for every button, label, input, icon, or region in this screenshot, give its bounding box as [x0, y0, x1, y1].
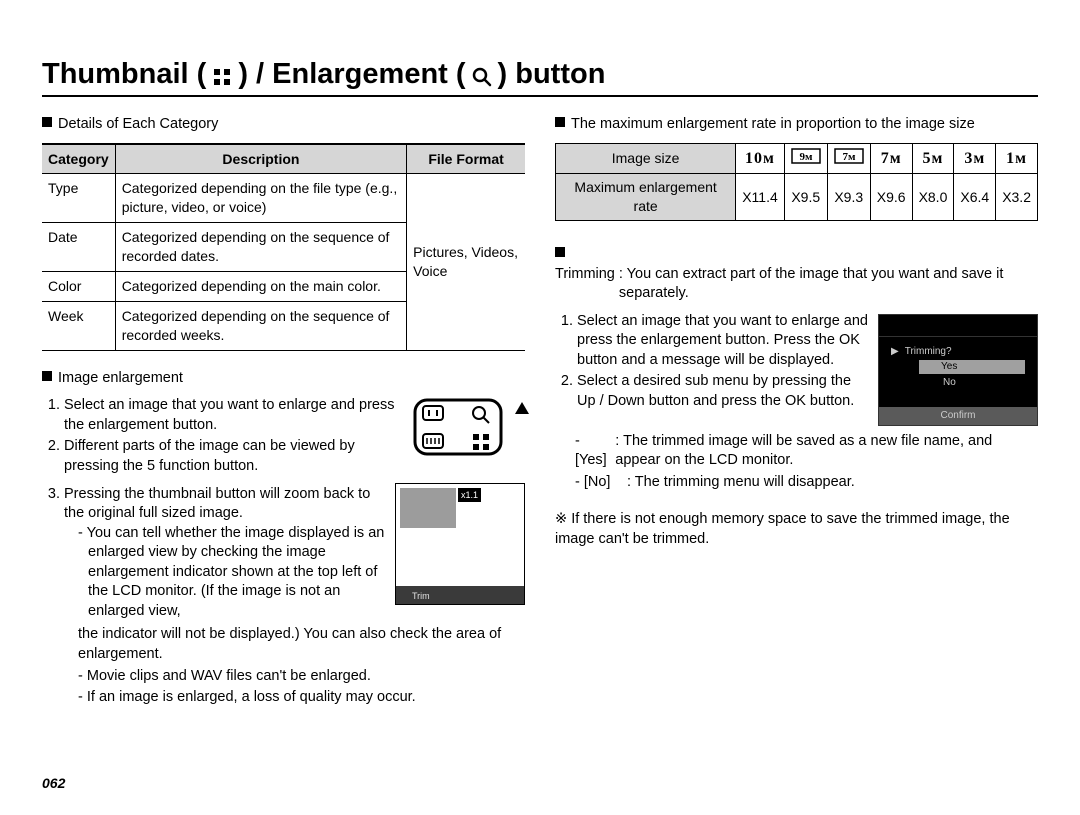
max-rate-heading-text: The maximum enlargement rate in proporti…: [571, 116, 975, 132]
th-category: Category: [42, 144, 115, 174]
up-arrow-icon: [513, 400, 531, 418]
no-text: : The trimming menu will disappear.: [627, 473, 855, 493]
trimming-heading: Trimming : You can extract part of the i…: [555, 245, 1038, 304]
no-option: - [No] : The trimming menu will disappea…: [555, 473, 1038, 493]
cell-cat: Week: [42, 301, 115, 350]
cell-rate: X3.2: [996, 174, 1038, 221]
sub-note: - If an image is enlarged, a loss of qua…: [78, 688, 525, 708]
enlargement-indicator: [400, 488, 456, 528]
dialog-confirm: Confirm: [879, 407, 1037, 425]
cell-size: 9ᴍ: [784, 143, 827, 174]
reference-mark-icon: ※: [555, 511, 567, 527]
cell-size: 7ᴍ: [827, 143, 870, 174]
cell-desc: Categorized depending on the file type (…: [115, 174, 406, 223]
title-part-a: Thumbnail (: [42, 58, 206, 91]
cell-size: 5ᴍ: [912, 143, 954, 174]
title-part-c: ) button: [498, 58, 606, 91]
enlargement-heading: Image enlargement: [42, 369, 525, 389]
sub-note-cont: the indicator will not be displayed.) Yo…: [78, 625, 525, 664]
magnify-icon: [470, 65, 494, 89]
cell-cat: Color: [42, 272, 115, 302]
cell-cat: Date: [42, 223, 115, 272]
dialog-title: Trimming?: [905, 345, 952, 359]
cell-desc: Categorized depending on the sequence of…: [115, 223, 406, 272]
details-heading: Details of Each Category: [42, 115, 525, 135]
yes-label: - [Yes]: [575, 432, 611, 471]
zoom-label: x1.1: [458, 488, 481, 502]
max-rate-heading: The maximum enlargement rate in proporti…: [555, 115, 1038, 135]
step-text: Pressing the thumbnail button will zoom …: [64, 486, 370, 522]
trim-label: Trim: [396, 591, 430, 601]
details-heading-text: Details of Each Category: [58, 116, 218, 132]
svg-text:9ᴍ: 9ᴍ: [799, 151, 813, 163]
memory-note: ※ If there is not enough memory space to…: [555, 510, 1038, 549]
trim-lead: Trimming: [555, 265, 615, 285]
cell-cat: Type: [42, 174, 115, 223]
table-row: Type Categorized depending on the file t…: [42, 174, 525, 223]
page-title: Thumbnail ( ) / Enlargement ( ) button: [42, 58, 1038, 97]
memory-note-text: If there is not enough memory space to s…: [555, 511, 1010, 547]
sub-note: - Movie clips and WAV files can't be enl…: [78, 667, 525, 687]
th-max-rate: Maximum enlargement rate: [556, 174, 736, 221]
cell-size: 10ᴍ: [736, 143, 785, 174]
cell-rate: X8.0: [912, 174, 954, 221]
cell-rate: X6.4: [954, 174, 996, 221]
yes-text: : The trimmed image will be saved as a n…: [615, 432, 1038, 471]
cell-size: 1ᴍ: [996, 143, 1038, 174]
thumbnail-icon: [210, 65, 234, 89]
cell-rate: X9.3: [827, 174, 870, 221]
cell-rate: X9.5: [784, 174, 827, 221]
th-image-size: Image size: [556, 143, 736, 174]
square-bullet-icon: [42, 371, 52, 381]
cell-desc: Categorized depending on the sequence of…: [115, 301, 406, 350]
trim-body: : You can extract part of the image that…: [619, 265, 1038, 304]
square-bullet-icon: [555, 247, 565, 257]
cell-desc: Categorized depending on the main color.: [115, 272, 406, 302]
play-icon: ▶: [891, 345, 899, 359]
lcd-trim-diagram: x1.1 Trim: [395, 483, 525, 605]
cell-size: 3ᴍ: [954, 143, 996, 174]
page-number: 062: [42, 775, 65, 791]
dialog-no: No: [919, 376, 1025, 390]
th-description: Description: [115, 144, 406, 174]
dialog-yes: Yes: [919, 360, 1025, 374]
cell-size: 7ᴍ: [870, 143, 912, 174]
right-column: The maximum enlargement rate in proporti…: [555, 115, 1038, 710]
left-column: Details of Each Category Category Descri…: [42, 115, 525, 710]
yes-option: - [Yes] : The trimmed image will be save…: [555, 432, 1038, 471]
enlargement-heading-text: Image enlargement: [58, 370, 183, 386]
th-fileformat: File Format: [407, 144, 525, 174]
square-bullet-icon: [42, 117, 52, 127]
cell-fileformat: Pictures, Videos, Voice: [407, 174, 525, 350]
square-bullet-icon: [555, 117, 565, 127]
cell-rate: X9.6: [870, 174, 912, 221]
trimming-dialog-diagram: ▶ Trimming? Yes No Confirm: [878, 314, 1038, 426]
cell-rate: X11.4: [736, 174, 785, 221]
svg-text:7ᴍ: 7ᴍ: [842, 151, 856, 163]
size-table: Image size 10ᴍ 9ᴍ 7ᴍ 7ᴍ 5ᴍ 3ᴍ 1ᴍ Maximum…: [555, 143, 1038, 221]
title-part-b: ) / Enlargement (: [238, 58, 465, 91]
no-label: - [No]: [575, 473, 623, 493]
zoom-control-diagram: [413, 398, 525, 463]
category-table: Category Description File Format Type Ca…: [42, 143, 525, 351]
